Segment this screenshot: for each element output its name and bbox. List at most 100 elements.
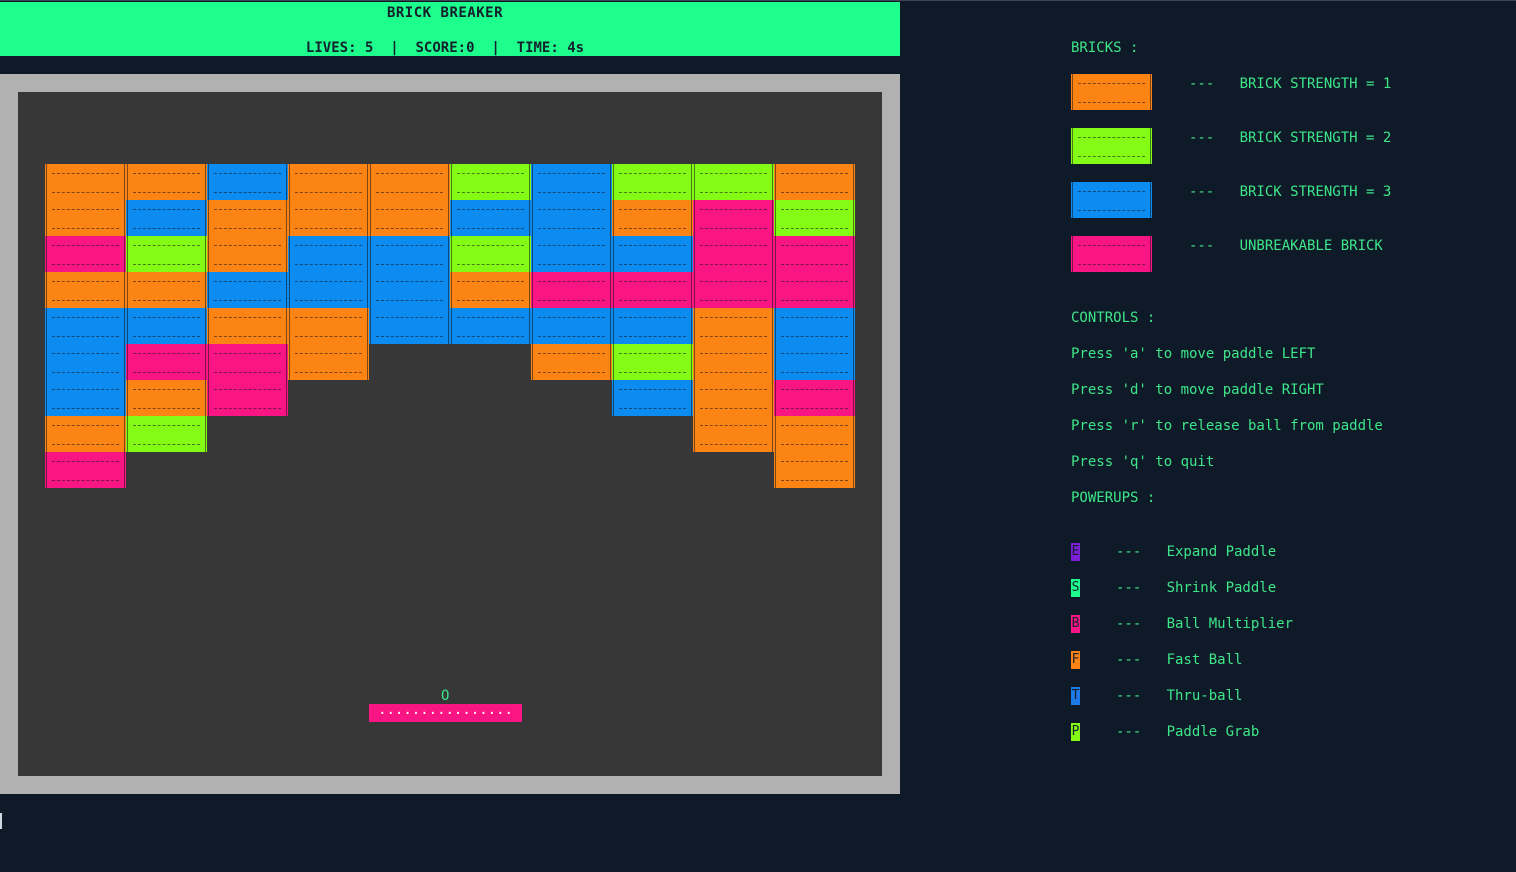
brick-strength-3-swatch [1071, 182, 1152, 218]
brick-unbreakable [207, 344, 288, 380]
brick-strength-2-swatch [1071, 128, 1152, 164]
brick-strength-1 [774, 416, 855, 452]
terminal-cursor [0, 813, 2, 829]
powerup-thru-ball-label: --- Thru-ball [1116, 688, 1243, 704]
brick-strength-3 [531, 308, 612, 344]
ball-multiplier-icon: B [1071, 615, 1080, 633]
brick-strength-1 [693, 344, 774, 380]
brick-strength-3 [531, 236, 612, 272]
brick-strength-3 [450, 308, 531, 344]
brick-strength-1 [126, 272, 207, 308]
paddle: ................ [369, 704, 522, 722]
brick-strength-1 [207, 308, 288, 344]
control-move-left: Press 'a' to move paddle LEFT [1071, 346, 1316, 362]
brick-strength-1 [288, 200, 369, 236]
ball: O [441, 688, 450, 704]
brick-strength-2 [774, 200, 855, 236]
brick-unbreakable [531, 272, 612, 308]
brick-strength-3 [207, 164, 288, 200]
brick-strength-1 [612, 200, 693, 236]
control-move-right: Press 'd' to move paddle RIGHT [1071, 382, 1324, 398]
brick-strength-2 [126, 236, 207, 272]
brick-unbreakable [693, 272, 774, 308]
brick-strength-3 [207, 272, 288, 308]
brick-unbreakable [126, 344, 207, 380]
brick-unbreakable [45, 452, 126, 488]
brick-strength-3 [774, 308, 855, 344]
brick-strength-3 [288, 272, 369, 308]
brick-strength-1 [774, 452, 855, 488]
brick-strength-3 [612, 308, 693, 344]
brick-strength-2 [612, 164, 693, 200]
game-header: BRICK BREAKER LIVES: 5 | SCORE:0 | TIME:… [0, 2, 900, 56]
brick-strength-1 [45, 200, 126, 236]
brick-strength-1-label: --- BRICK STRENGTH = 1 [1189, 76, 1392, 92]
powerup-fast-ball-label: --- Fast Ball [1116, 652, 1243, 668]
brick-strength-3 [369, 236, 450, 272]
control-quit: Press 'q' to quit [1071, 454, 1215, 470]
brick-strength-3 [774, 344, 855, 380]
brick-strength-1 [288, 344, 369, 380]
control-release-ball: Press 'r' to release ball from paddle [1071, 418, 1383, 434]
top-border [0, 0, 1516, 1]
brick-strength-3 [369, 308, 450, 344]
brick-strength-3 [288, 236, 369, 272]
brick-strength-2 [450, 164, 531, 200]
brick-strength-2-label: --- BRICK STRENGTH = 2 [1189, 130, 1392, 146]
powerup-paddle-grab-label: --- Paddle Grab [1116, 724, 1260, 740]
brick-strength-2 [612, 344, 693, 380]
controls-heading: CONTROLS : [1071, 310, 1156, 326]
unbreakable-brick-label: --- UNBREAKABLE BRICK [1189, 238, 1383, 254]
brick-strength-1 [207, 236, 288, 272]
brick-unbreakable [693, 236, 774, 272]
brick-strength-3 [612, 236, 693, 272]
brick-strength-1 [45, 272, 126, 308]
unbreakable-brick-swatch [1071, 236, 1152, 272]
arena-frame: O ................ [0, 74, 900, 794]
brick-strength-1 [126, 380, 207, 416]
brick-strength-3 [45, 380, 126, 416]
status-line: LIVES: 5 | SCORE:0 | TIME: 4s [305, 40, 585, 56]
brick-strength-1 [369, 164, 450, 200]
brick-strength-1 [126, 164, 207, 200]
brick-strength-1 [693, 416, 774, 452]
shrink-paddle-icon: S [1071, 579, 1080, 597]
game-title: BRICK BREAKER [386, 5, 504, 21]
brick-strength-1 [369, 200, 450, 236]
brick-strength-3 [612, 380, 693, 416]
brick-strength-1 [450, 272, 531, 308]
brick-strength-3 [450, 200, 531, 236]
brick-strength-3 [45, 308, 126, 344]
paddle-grab-icon: P [1071, 723, 1080, 741]
brick-strength-3 [126, 308, 207, 344]
brick-strength-2 [126, 416, 207, 452]
expand-paddle-icon: E [1071, 543, 1080, 561]
brick-unbreakable [612, 272, 693, 308]
brick-strength-1 [693, 380, 774, 416]
brick-strength-1 [774, 164, 855, 200]
brick-strength-3 [531, 200, 612, 236]
brick-unbreakable [774, 236, 855, 272]
brick-strength-1 [693, 308, 774, 344]
brick-strength-3 [531, 164, 612, 200]
brick-strength-2 [693, 164, 774, 200]
play-area: O ................ [18, 92, 882, 776]
fast-ball-icon: F [1071, 651, 1080, 669]
powerup-shrink-label: --- Shrink Paddle [1116, 580, 1277, 596]
powerups-heading: POWERUPS : [1071, 490, 1156, 506]
brick-unbreakable [207, 380, 288, 416]
brick-strength-1 [288, 164, 369, 200]
thru-ball-icon: T [1071, 687, 1080, 705]
brick-strength-1 [531, 344, 612, 380]
brick-strength-1 [45, 416, 126, 452]
brick-strength-3 [369, 272, 450, 308]
brick-strength-3-label: --- BRICK STRENGTH = 3 [1189, 184, 1392, 200]
brick-strength-3 [45, 344, 126, 380]
powerup-ball-multiplier-label: --- Ball Multiplier [1116, 616, 1294, 632]
brick-strength-2 [450, 236, 531, 272]
brick-unbreakable [45, 236, 126, 272]
bricks-heading: BRICKS : [1071, 40, 1139, 56]
brick-strength-1 [207, 200, 288, 236]
brick-strength-1 [288, 308, 369, 344]
brick-strength-1 [45, 164, 126, 200]
